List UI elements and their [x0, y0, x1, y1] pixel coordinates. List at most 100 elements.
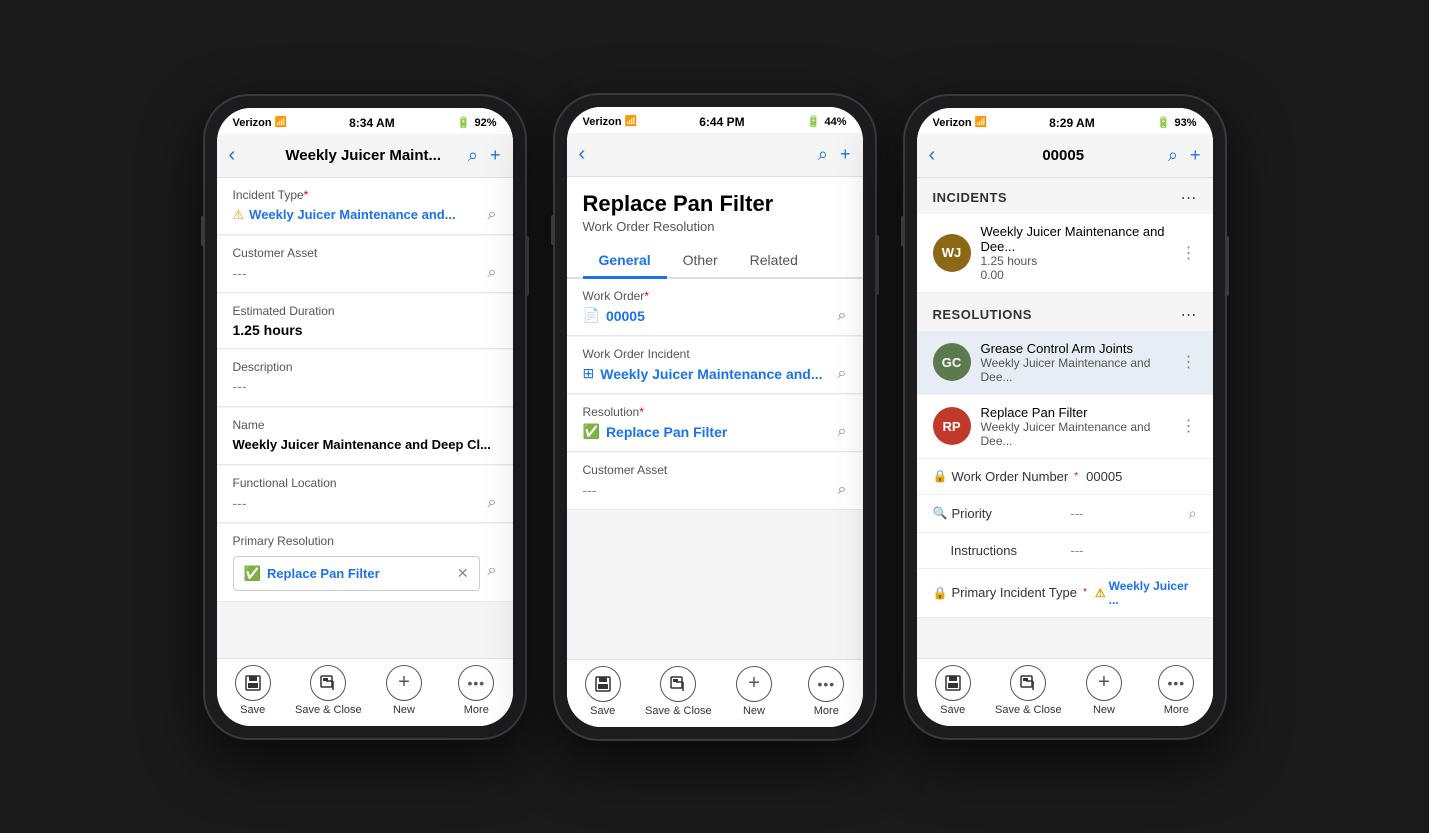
save-close-button-3[interactable]: Save & Close: [995, 665, 1062, 716]
time-2: 6:44 PM: [699, 115, 744, 129]
primary-incident-type-value[interactable]: ⚠ Weekly Juicer ...: [1095, 579, 1197, 607]
resolution-info-gc: Grease Control Arm Joints Weekly Juicer …: [981, 341, 1171, 384]
search-icon-wo-incident[interactable]: ⌕: [838, 365, 847, 383]
nav-title-3: 00005: [959, 147, 1168, 164]
label-wo-number: 🔒 Work Order Number *: [933, 469, 1079, 484]
add-button-3[interactable]: +: [1190, 145, 1201, 166]
resolution-row-more-gc[interactable]: ⋮: [1181, 352, 1197, 372]
save-icon-3: [935, 665, 971, 701]
new-button-3[interactable]: + New: [1074, 665, 1134, 716]
field-estimated-duration: Estimated Duration 1.25 hours: [217, 294, 513, 349]
field-row-customer-asset: --- ⌕: [233, 264, 497, 282]
phone-3-screen: Verizon 📶 8:29 AM 🔋 93% ‹ 00005 ⌕ +: [917, 108, 1213, 726]
wo-incident-value[interactable]: Weekly Juicer Maintenance and...: [600, 366, 822, 382]
back-button-1[interactable]: ‹: [229, 144, 259, 167]
label-customer-asset: Customer Asset: [233, 246, 497, 260]
save-close-icon-2: [660, 666, 696, 702]
incidents-section-header: INCIDENTS ⋯: [917, 178, 1213, 214]
field-row-incident-type: ⚠ Weekly Juicer Maintenance and... ⌕: [233, 206, 497, 224]
more-button-2[interactable]: ••• More: [796, 666, 856, 717]
label-wo-incident: Work Order Incident: [583, 347, 847, 361]
more-label-3: More: [1164, 704, 1189, 716]
incident-name-wj: Weekly Juicer Maintenance and Dee...: [981, 224, 1171, 254]
save-button-1[interactable]: Save: [223, 665, 283, 716]
search-button-1[interactable]: ⌕: [468, 145, 478, 166]
phone-3: Verizon 📶 8:29 AM 🔋 93% ‹ 00005 ⌕ +: [905, 96, 1225, 738]
tab-related[interactable]: Related: [734, 242, 814, 279]
incident-row-more-wj[interactable]: ⋮: [1181, 243, 1197, 263]
search-icon-incident-type[interactable]: ⌕: [488, 206, 497, 224]
field-row-primary-resolution: ✅ Replace Pan Filter ✕ ⌕: [233, 552, 497, 591]
back-button-3[interactable]: ‹: [929, 144, 959, 167]
incident-num-wj: 0.00: [981, 268, 1171, 282]
resolutions-more-button[interactable]: ⋯: [1181, 305, 1197, 325]
resolution-name-gc: Grease Control Arm Joints: [981, 341, 1171, 356]
search-icon-customer-asset[interactable]: ⌕: [488, 264, 497, 282]
more-button-1[interactable]: ••• More: [446, 665, 506, 716]
save-button-3[interactable]: Save: [923, 665, 983, 716]
incidents-more-button[interactable]: ⋯: [1181, 188, 1197, 208]
resolution-row-gc[interactable]: GC Grease Control Arm Joints Weekly Juic…: [917, 331, 1213, 395]
save-label-1: Save: [240, 704, 265, 716]
form-content-3: INCIDENTS ⋯ WJ Weekly Juicer Maintenance…: [917, 178, 1213, 658]
toolbar-3: Save Save & Close + New ••• More: [917, 658, 1213, 726]
incident-row-wj[interactable]: WJ Weekly Juicer Maintenance and Dee... …: [917, 214, 1213, 293]
resolution-sub-rp: Weekly Juicer Maintenance and Dee...: [981, 420, 1171, 448]
search-icon-priority[interactable]: ⌕: [1189, 505, 1197, 522]
add-button-2[interactable]: +: [840, 144, 851, 165]
new-label-2: New: [743, 705, 765, 717]
avatar-gc: GC: [933, 343, 971, 381]
label-resolution: Resolution*: [583, 405, 847, 419]
clear-resolution-button[interactable]: ✕: [457, 565, 469, 582]
resolution-value[interactable]: Replace Pan Filter: [267, 566, 380, 581]
more-icon-3: •••: [1158, 665, 1194, 701]
label-work-order: Work Order*: [583, 289, 847, 303]
search-icon-resolution[interactable]: ⌕: [488, 562, 497, 580]
incident-type-value[interactable]: Weekly Juicer Maintenance and...: [249, 207, 455, 222]
nav-icons-3: ⌕ +: [1168, 145, 1201, 166]
resolution-name-rp: Replace Pan Filter: [981, 405, 1171, 420]
grid-icon-wo-incident: ⊞: [583, 365, 595, 382]
search-icon-functional-location[interactable]: ⌕: [488, 494, 497, 512]
work-order-value[interactable]: 00005: [606, 308, 645, 324]
phone-1-screen: Verizon 📶 8:34 AM 🔋 92% ‹ Weekly Juicer …: [217, 108, 513, 726]
tab-other[interactable]: Other: [667, 242, 734, 279]
add-button-1[interactable]: +: [490, 145, 501, 166]
page-title-2: Replace Pan Filter: [583, 191, 847, 217]
work-order-value-row: 📄 00005: [583, 307, 645, 324]
new-button-2[interactable]: + New: [724, 666, 784, 717]
save-label-2: Save: [590, 705, 615, 717]
search-icon-resolution-2[interactable]: ⌕: [838, 423, 847, 441]
resolution-row-rp[interactable]: RP Replace Pan Filter Weekly Juicer Main…: [917, 395, 1213, 459]
resolution-row-more-rp[interactable]: ⋮: [1181, 416, 1197, 436]
form-content-1: Incident Type* ⚠ Weekly Juicer Maintenan…: [217, 178, 513, 658]
nav-title-1: Weekly Juicer Maint...: [259, 147, 468, 164]
phone-1: Verizon 📶 8:34 AM 🔋 92% ‹ Weekly Juicer …: [205, 96, 525, 738]
doc-icon-wo: 📄: [583, 307, 600, 324]
search-button-3[interactable]: ⌕: [1168, 145, 1178, 166]
new-button-1[interactable]: + New: [374, 665, 434, 716]
page-subtitle-2: Work Order Resolution: [583, 219, 847, 234]
more-button-3[interactable]: ••• More: [1146, 665, 1206, 716]
check-icon-res: ✅: [583, 423, 600, 440]
label-description: Description: [233, 360, 497, 374]
info-field-instructions: Instructions ---: [917, 533, 1213, 569]
carrier-1: Verizon: [233, 117, 272, 129]
search-icon-work-order[interactable]: ⌕: [838, 307, 847, 325]
save-button-2[interactable]: Save: [573, 666, 633, 717]
wifi-icon-3: 📶: [975, 117, 987, 128]
back-button-2[interactable]: ‹: [579, 143, 609, 166]
search-button-2[interactable]: ⌕: [818, 144, 828, 165]
save-close-button-1[interactable]: Save & Close: [295, 665, 362, 716]
save-close-label-2: Save & Close: [645, 705, 712, 717]
tab-general[interactable]: General: [583, 242, 667, 279]
field-resolution: Resolution* ✅ Replace Pan Filter ⌕: [567, 395, 863, 452]
phone-2: Verizon 📶 6:44 PM 🔋 44% ‹ ⌕ + Replace: [555, 95, 875, 739]
save-close-button-2[interactable]: Save & Close: [645, 666, 712, 717]
priority-value: ---: [1071, 506, 1181, 521]
search-icon-customer-asset-2[interactable]: ⌕: [838, 481, 847, 499]
info-field-primary-incident-type: 🔒 Primary Incident Type * ⚠ Weekly Juice…: [917, 569, 1213, 618]
resolution-value[interactable]: Replace Pan Filter: [606, 424, 727, 440]
battery-icon-1: 🔋: [457, 116, 471, 129]
new-icon-2: +: [736, 666, 772, 702]
